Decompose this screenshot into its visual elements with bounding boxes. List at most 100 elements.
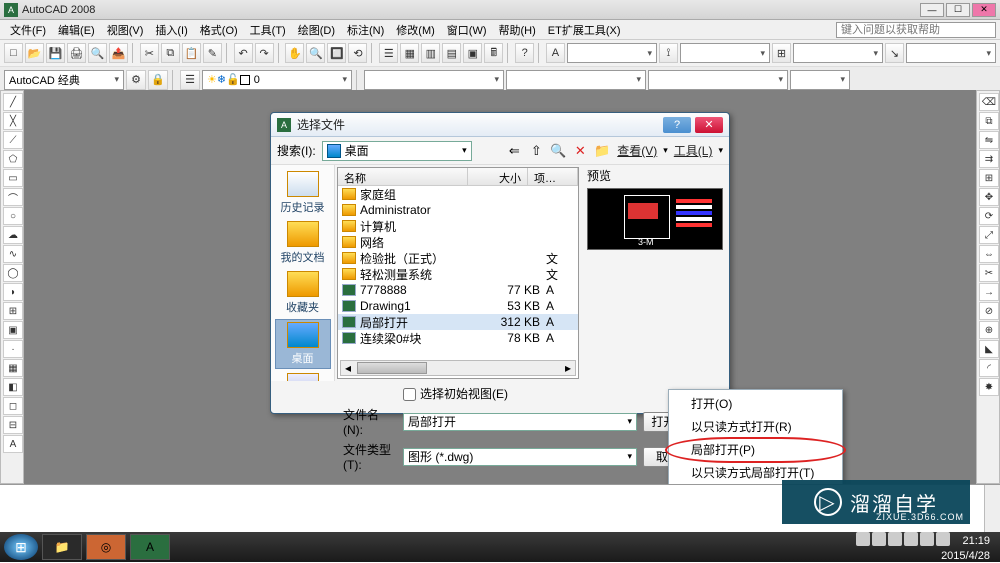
location-combo[interactable]: 桌面 (322, 141, 472, 161)
delete-icon[interactable]: ✕ (571, 142, 589, 160)
table-icon[interactable]: ⊟ (3, 416, 23, 434)
menu-open-readonly[interactable]: 以只读方式打开(R) (671, 415, 840, 438)
stretch-icon[interactable]: ⇔ (979, 245, 999, 263)
menu-open[interactable]: 打开(O) (671, 392, 840, 415)
menu-insert[interactable]: 插入(I) (149, 22, 193, 38)
zoom-rt-icon[interactable]: 🔍 (306, 43, 325, 63)
file-list-header[interactable]: 名称 大小 项… (338, 168, 578, 186)
publish-icon[interactable]: 📤 (109, 43, 128, 63)
layer-prop-icon[interactable]: ☰ (180, 70, 200, 90)
col-type[interactable]: 项… (528, 168, 578, 185)
mleader-icon[interactable]: ↘ (885, 43, 904, 63)
dimstyle-icon[interactable]: ⟟ (659, 43, 678, 63)
help-icon[interactable]: ? (515, 43, 534, 63)
pline-icon[interactable]: ⟋ (3, 131, 23, 149)
file-row[interactable]: 计算机 (338, 218, 578, 234)
explode-icon[interactable]: ✸ (979, 378, 999, 396)
point-icon[interactable]: · (3, 340, 23, 358)
view-menu[interactable]: 查看(V) (615, 142, 659, 159)
plotstyle-combo[interactable] (790, 70, 850, 90)
file-row[interactable]: Drawing153 KBA (338, 298, 578, 314)
tablestyle-combo[interactable] (793, 43, 883, 63)
circle-icon[interactable]: ○ (3, 207, 23, 225)
workspace-combo[interactable]: AutoCAD 经典 (4, 70, 124, 90)
file-row[interactable]: 轻松测量系统文 (338, 266, 578, 282)
up-icon[interactable]: ⇧ (527, 142, 545, 160)
dialog-close-button[interactable]: ✕ (695, 117, 723, 133)
preview-icon[interactable]: 🔍 (88, 43, 107, 63)
insert-icon[interactable]: ⊞ (3, 302, 23, 320)
match-icon[interactable]: ✎ (203, 43, 222, 63)
dialog-titlebar[interactable]: A 选择文件 ? ✕ (271, 113, 729, 137)
dc-icon[interactable]: ▦ (400, 43, 419, 63)
menu-et-ext[interactable]: ET扩展工具(X) (542, 22, 627, 38)
move-icon[interactable]: ✥ (979, 188, 999, 206)
copy-icon[interactable]: ⧉ (161, 43, 180, 63)
print-icon[interactable]: 🖨 (67, 43, 86, 63)
gradient-icon[interactable]: ◧ (3, 378, 23, 396)
mleader-combo[interactable] (906, 43, 996, 63)
menu-partial-open[interactable]: 局部打开(P) (671, 438, 840, 461)
menu-file[interactable]: 文件(F) (4, 22, 52, 38)
dimstyle-combo[interactable] (680, 43, 770, 63)
menu-tools[interactable]: 工具(T) (244, 22, 292, 38)
paste-icon[interactable]: 📋 (182, 43, 201, 63)
file-row[interactable]: 检验批（正式）文 (338, 250, 578, 266)
layer-combo[interactable]: ☀❄🔓 0 (202, 70, 352, 90)
break-icon[interactable]: ⊘ (979, 302, 999, 320)
menu-edit[interactable]: 编辑(E) (52, 22, 101, 38)
file-row[interactable]: 家庭组 (338, 186, 578, 202)
rotate-icon[interactable]: ⟳ (979, 207, 999, 225)
ellipse-icon[interactable]: ◯ (3, 264, 23, 282)
search-icon[interactable]: 🔍 (549, 142, 567, 160)
dialog-help-button[interactable]: ? (663, 117, 691, 133)
menu-format[interactable]: 格式(O) (194, 22, 244, 38)
place-favorites[interactable]: 收藏夹 (275, 269, 331, 317)
extend-icon[interactable]: → (979, 283, 999, 301)
polygon-icon[interactable]: ⬠ (3, 150, 23, 168)
rect-icon[interactable]: ▭ (3, 169, 23, 187)
redo-icon[interactable]: ↷ (255, 43, 274, 63)
tp-icon[interactable]: ▥ (421, 43, 440, 63)
maximize-button[interactable]: ☐ (946, 3, 970, 17)
join-icon[interactable]: ⊕ (979, 321, 999, 339)
scroll-thumb[interactable] (357, 362, 427, 374)
file-row[interactable]: 局部打开312 KBA (338, 314, 578, 330)
zoom-win-icon[interactable]: 🔲 (327, 43, 346, 63)
ws-lock-icon[interactable]: 🔒 (148, 70, 168, 90)
hatch-icon[interactable]: ▦ (3, 359, 23, 377)
col-name[interactable]: 名称 (338, 168, 468, 185)
cut-icon[interactable]: ✂ (140, 43, 159, 63)
offset-icon[interactable]: ⇉ (979, 150, 999, 168)
init-view-checkbox[interactable] (403, 388, 416, 401)
cmd-scrollbar[interactable] (984, 485, 1000, 532)
newfolder-icon[interactable]: 📁 (593, 142, 611, 160)
pan-icon[interactable]: ✋ (285, 43, 304, 63)
place-mydocs[interactable]: 我的文档 (275, 219, 331, 267)
menu-help[interactable]: 帮助(H) (493, 22, 542, 38)
undo-icon[interactable]: ↶ (234, 43, 253, 63)
file-row[interactable]: 网络 (338, 234, 578, 250)
menu-draw[interactable]: 绘图(D) (292, 22, 341, 38)
ssm-icon[interactable]: ▤ (442, 43, 461, 63)
system-tray[interactable]: 21:19 2015/4/28 (855, 532, 996, 563)
ellipsearc-icon[interactable]: ◗ (3, 283, 23, 301)
fillet-icon[interactable]: ◜ (979, 359, 999, 377)
place-desktop[interactable]: 桌面 (275, 319, 331, 369)
minimize-button[interactable]: — (920, 3, 944, 17)
mirror-icon[interactable]: ⇋ (979, 131, 999, 149)
lineweight-combo[interactable] (648, 70, 788, 90)
arc-icon[interactable]: ⌒ (3, 188, 23, 206)
save-icon[interactable]: 💾 (46, 43, 65, 63)
region-icon[interactable]: ◻ (3, 397, 23, 415)
array-icon[interactable]: ⊞ (979, 169, 999, 187)
open-icon[interactable]: 📂 (25, 43, 44, 63)
color-combo[interactable] (364, 70, 504, 90)
file-list[interactable]: 名称 大小 项… 家庭组Administrator计算机网络检验批（正式）文轻松… (337, 167, 579, 379)
start-button[interactable]: ⊞ (4, 534, 38, 560)
ws-settings-icon[interactable]: ⚙ (126, 70, 146, 90)
textstyle-icon[interactable]: A (546, 43, 565, 63)
file-row[interactable]: 777888877 KBA (338, 282, 578, 298)
file-row[interactable]: Administrator (338, 202, 578, 218)
revcloud-icon[interactable]: ☁ (3, 226, 23, 244)
